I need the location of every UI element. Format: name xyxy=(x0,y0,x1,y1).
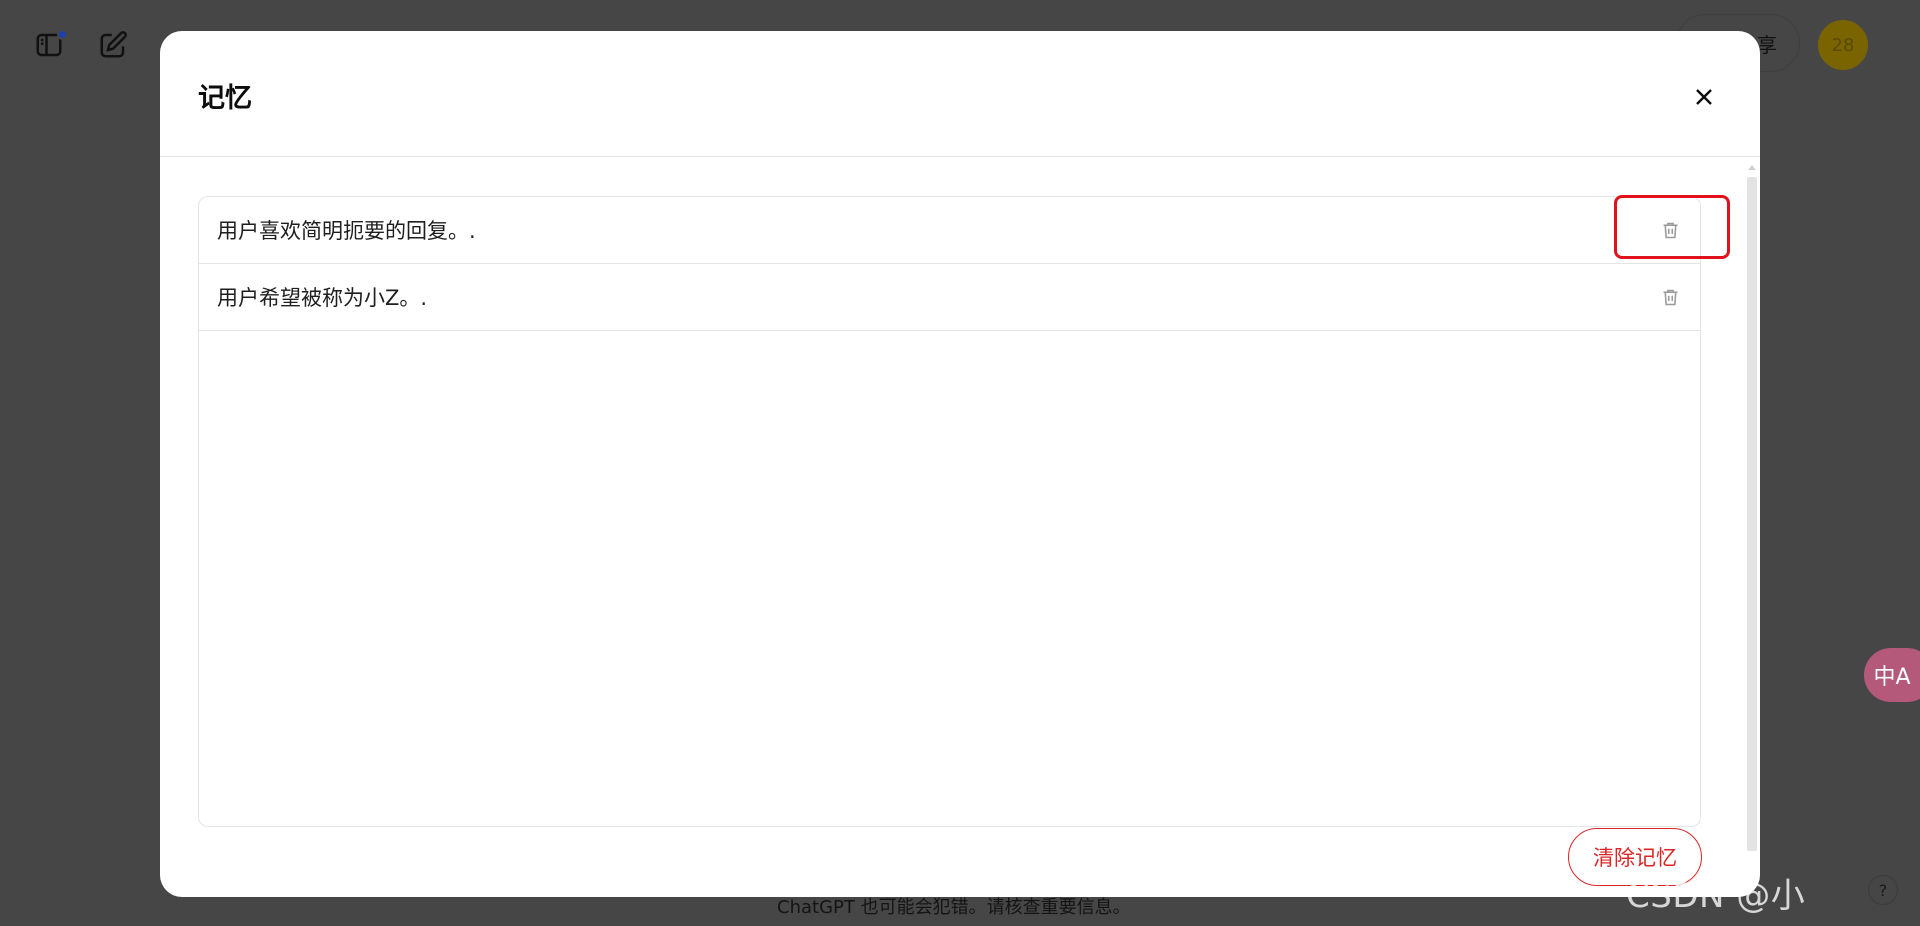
scroll-up-arrow-icon[interactable] xyxy=(1748,165,1756,170)
scrollbar-thumb[interactable] xyxy=(1747,177,1757,851)
help-button[interactable]: ? xyxy=(1868,875,1898,905)
dialog-header: 记忆 xyxy=(160,31,1760,157)
translate-icon: 中A xyxy=(1873,665,1911,690)
memory-dialog: 记忆 用户喜欢简明扼要的回复。. 用户希望被称为小Z。. 清除记忆 xyxy=(160,31,1760,897)
close-button[interactable] xyxy=(1686,79,1722,115)
translate-button[interactable]: 中A xyxy=(1864,648,1920,702)
trash-icon xyxy=(1663,289,1677,305)
avatar[interactable]: 28 xyxy=(1818,20,1868,70)
memory-list: 用户喜欢简明扼要的回复。. 用户希望被称为小Z。. xyxy=(198,196,1701,827)
memory-item: 用户喜欢简明扼要的回复。. xyxy=(199,197,1700,264)
dialog-title: 记忆 xyxy=(198,83,252,114)
watermark: CSDN @小 xyxy=(1626,876,1806,916)
delete-memory-button[interactable] xyxy=(1655,282,1685,312)
delete-memory-button[interactable] xyxy=(1655,215,1685,245)
new-chat-edit-icon[interactable] xyxy=(96,28,130,62)
memory-text: 用户喜欢简明扼要的回复。. xyxy=(217,219,476,243)
memory-item: 用户希望被称为小Z。. xyxy=(199,264,1700,331)
scrollbar[interactable] xyxy=(1746,165,1758,865)
notification-dot xyxy=(57,29,68,40)
trash-icon xyxy=(1663,222,1677,238)
memory-text: 用户希望被称为小Z。. xyxy=(217,286,428,310)
close-icon xyxy=(1696,89,1712,105)
share-label: 享 xyxy=(1757,32,1777,57)
